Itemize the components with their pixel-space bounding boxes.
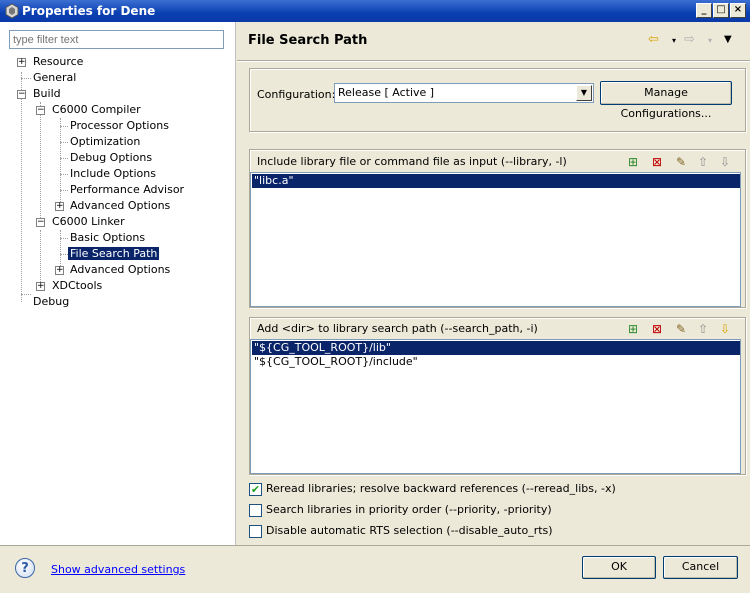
view-menu-icon[interactable]: ▼	[724, 34, 732, 45]
tree-item-general[interactable]: General	[31, 70, 78, 86]
collapse-icon[interactable]: −	[36, 218, 45, 227]
tree-item-resource[interactable]: Resource	[31, 54, 85, 70]
dropdown-arrow-icon[interactable]: ▼	[576, 85, 592, 101]
library-list-header: Include library file or command file as …	[257, 155, 567, 168]
list-item[interactable]: "libc.a"	[252, 174, 740, 188]
tree-item-include-options[interactable]: Include Options	[68, 166, 158, 182]
navigation-pane: + Resource General − Build − C6000 Compi…	[0, 22, 236, 545]
configuration-value: Release [ Active ]	[338, 86, 435, 99]
reread-libraries-checkbox[interactable]: ✔	[249, 482, 262, 496]
forward-menu-chevron-icon: ▾	[708, 36, 713, 45]
show-advanced-settings-link[interactable]: Show advanced settings	[51, 563, 185, 576]
expand-icon[interactable]: +	[55, 202, 64, 211]
tree-item-linker-advanced-options[interactable]: Advanced Options	[68, 262, 172, 278]
library-list-toolbar: ⊞ ⊠ ✎ ⇧ ⇩	[625, 154, 741, 170]
maximize-button[interactable]: □	[713, 3, 729, 18]
delete-icon[interactable]: ⊠	[649, 321, 665, 337]
close-button[interactable]: ×	[730, 3, 746, 18]
priority-order-checkbox[interactable]	[249, 503, 262, 517]
page-title: File Search Path	[248, 33, 368, 48]
tree-item-c6000-linker[interactable]: C6000 Linker	[50, 214, 127, 230]
disable-auto-rts-option[interactable]: Disable automatic RTS selection (--disab…	[249, 524, 553, 540]
edit-icon[interactable]: ✎	[673, 321, 689, 337]
tree-item-debug-options[interactable]: Debug Options	[68, 150, 154, 166]
expand-icon[interactable]: +	[55, 266, 64, 275]
title-bar: Properties for Dene _ □ ×	[0, 0, 750, 22]
move-down-icon[interactable]: ⇩	[717, 321, 733, 337]
app-icon	[5, 3, 19, 19]
manage-configurations-button[interactable]: Manage Configurations...	[600, 81, 732, 120]
add-icon[interactable]: ⊞	[625, 321, 641, 337]
reread-libraries-option[interactable]: ✔ Reread libraries; resolve backward refe…	[249, 482, 616, 498]
footer-separator	[0, 545, 750, 546]
move-up-icon[interactable]: ⇧	[695, 321, 711, 337]
move-down-icon[interactable]: ⇩	[717, 154, 733, 170]
configuration-select[interactable]: Release [ Active ] ▼	[334, 83, 594, 103]
back-menu-chevron-icon[interactable]: ▾	[672, 36, 676, 45]
help-icon[interactable]: ?	[15, 558, 35, 578]
library-list[interactable]: "libc.a"	[250, 172, 741, 307]
delete-icon[interactable]: ⊠	[649, 154, 665, 170]
tree-item-build[interactable]: Build	[31, 86, 63, 102]
properties-dialog: Properties for Dene _ □ × + Resource Gen…	[0, 0, 750, 593]
cancel-button[interactable]: Cancel	[663, 556, 738, 579]
tree-item-processor-options[interactable]: Processor Options	[68, 118, 171, 134]
list-item[interactable]: "${CG_TOOL_ROOT}/lib"	[252, 341, 740, 355]
tree-item-file-search-path[interactable]: File Search Path	[68, 246, 160, 262]
expand-icon[interactable]: +	[17, 58, 26, 67]
ok-button[interactable]: OK	[582, 556, 656, 579]
edit-icon[interactable]: ✎	[673, 154, 689, 170]
search-path-header: Add <dir> to library search path (--sear…	[257, 322, 538, 335]
collapse-icon[interactable]: −	[17, 90, 26, 99]
expand-icon[interactable]: +	[36, 282, 45, 291]
disable-auto-rts-checkbox[interactable]	[249, 524, 262, 538]
configuration-label: Configuration:	[257, 88, 336, 101]
page-navigation: ⇦ ▾ ⇨ ▾ ▼	[648, 32, 738, 50]
title-separator	[237, 60, 750, 62]
list-item[interactable]: "${CG_TOOL_ROOT}/include"	[252, 355, 418, 369]
move-up-icon[interactable]: ⇧	[695, 154, 711, 170]
properties-page: File Search Path ⇦ ▾ ⇨ ▾ ▼ Configuration…	[237, 22, 750, 545]
tree-item-compiler-advanced-options[interactable]: Advanced Options	[68, 198, 172, 214]
back-arrow-icon[interactable]: ⇦	[648, 32, 659, 47]
search-path-toolbar: ⊞ ⊠ ✎ ⇧ ⇩	[625, 321, 741, 337]
minimize-button[interactable]: _	[696, 3, 712, 18]
window-title: Properties for Dene	[22, 4, 156, 18]
add-icon[interactable]: ⊞	[625, 154, 641, 170]
tree-item-c6000-compiler[interactable]: C6000 Compiler	[50, 102, 143, 118]
priority-order-option[interactable]: Search libraries in priority order (--pr…	[249, 503, 552, 519]
search-path-list[interactable]: "${CG_TOOL_ROOT}/lib" "${CG_TOOL_ROOT}/i…	[250, 339, 741, 474]
tree-item-optimization[interactable]: Optimization	[68, 134, 142, 150]
tree-item-performance-advisor[interactable]: Performance Advisor	[68, 182, 186, 198]
tree-item-basic-options[interactable]: Basic Options	[68, 230, 147, 246]
collapse-icon[interactable]: −	[36, 106, 45, 115]
filter-input[interactable]	[9, 30, 224, 49]
forward-arrow-icon: ⇨	[684, 32, 695, 47]
tree-item-xdctools[interactable]: XDCtools	[50, 278, 104, 294]
tree-item-debug[interactable]: Debug	[31, 294, 71, 310]
